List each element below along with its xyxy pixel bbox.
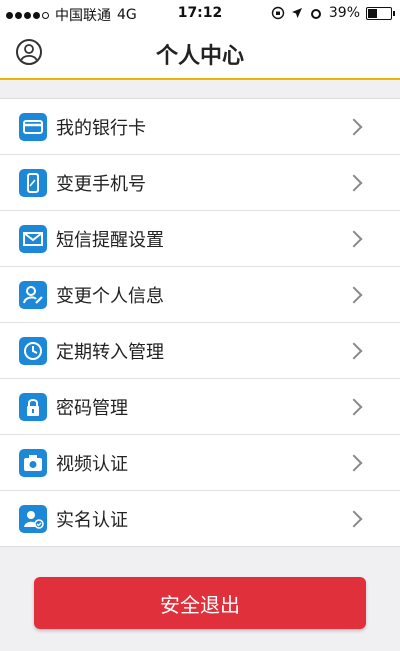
bank-card-icon (19, 112, 47, 141)
id-badge-icon (19, 504, 47, 533)
menu-item-bank-card[interactable]: 我的银行卡 (0, 99, 400, 155)
battery-fill (368, 8, 378, 18)
menu-item-password[interactable]: 密码管理 (0, 379, 400, 435)
envelope-icon (19, 224, 47, 253)
status-right: 39% (271, 5, 395, 21)
battery-icon (366, 6, 395, 20)
menu-item-label: 变更手机号 (56, 173, 146, 195)
menu-item-video-verify[interactable]: 视频认证 (0, 435, 400, 491)
menu-item-sms-settings[interactable]: 短信提醒设置 (0, 211, 400, 267)
menu-item-change-phone[interactable]: 变更手机号 (0, 155, 400, 211)
chevron-right-icon (345, 118, 363, 135)
battery-percent: 39% (328, 5, 360, 21)
menu-item-label: 变更个人信息 (56, 285, 164, 307)
status-bar: 中国联通 4G 17:12 39% (0, 0, 400, 28)
menu-item-scheduled-transfer[interactable]: 定期转入管理 (0, 323, 400, 379)
phone-icon (19, 168, 47, 197)
page-title: 个人中心 (155, 44, 244, 69)
orientation-lock-icon (271, 6, 285, 20)
chevron-right-icon (345, 230, 363, 247)
chevron-right-icon (345, 286, 363, 303)
menu-item-change-info[interactable]: 变更个人信息 (0, 267, 400, 323)
user-edit-icon (19, 280, 47, 309)
settings-menu: 我的银行卡 变更手机号 短信提醒设置 变更个人信息 定期转入管理 密码管理 视频… (0, 98, 400, 547)
menu-item-label: 实名认证 (56, 509, 128, 531)
chevron-right-icon (345, 174, 363, 191)
chevron-right-icon (345, 398, 363, 415)
logout-button[interactable]: 安全退出 (34, 577, 366, 629)
menu-item-label: 我的银行卡 (56, 117, 146, 139)
alarm-icon (310, 9, 321, 19)
chevron-right-icon (345, 454, 363, 471)
lock-icon (19, 392, 47, 421)
menu-item-real-name-verify[interactable]: 实名认证 (0, 491, 400, 546)
nav-bar: 个人中心 (0, 28, 400, 80)
menu-item-label: 视频认证 (56, 453, 128, 475)
chevron-right-icon (345, 342, 363, 359)
menu-item-label: 密码管理 (56, 397, 128, 419)
chevron-right-icon (345, 510, 363, 527)
menu-item-label: 短信提醒设置 (56, 229, 164, 251)
location-arrow-icon (291, 8, 302, 18)
clock-icon (19, 336, 47, 365)
camera-icon (19, 448, 47, 477)
menu-item-label: 定期转入管理 (56, 341, 164, 363)
